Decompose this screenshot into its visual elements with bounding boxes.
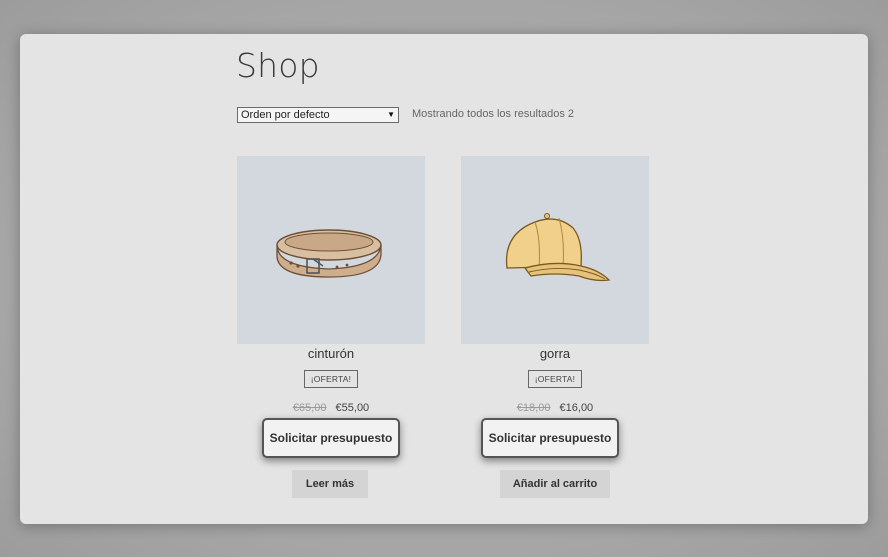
product-name[interactable]: cinturón	[237, 346, 425, 364]
old-price: €65,00	[292, 402, 327, 414]
read-more-button[interactable]: Leer más	[292, 470, 368, 498]
request-quote-button[interactable]: Solicitar presupuesto	[481, 418, 619, 458]
product-card-gorra: gorra ¡OFERTA! €18,00 €16,00 Solicitar p…	[461, 156, 649, 498]
product-price: €65,00 €55,00	[237, 402, 425, 414]
product-price: €18,00 €16,00	[461, 402, 649, 414]
dropdown-arrow-icon: ▼	[387, 110, 395, 119]
product-card-cinturon: cinturón ¡OFERTA! €65,00 €55,00 Solicita…	[237, 156, 425, 498]
belt-image	[276, 229, 382, 278]
product-image[interactable]	[461, 156, 649, 344]
sort-select[interactable]: Orden por defecto ▼	[237, 107, 399, 123]
cap-image	[505, 213, 611, 282]
sale-price: €16,00	[559, 402, 594, 414]
sort-select-value: Orden por defecto	[241, 109, 330, 121]
sale-badge: ¡OFERTA!	[527, 370, 583, 388]
add-to-cart-button[interactable]: Añadir al carrito	[500, 470, 610, 498]
request-quote-button[interactable]: Solicitar presupuesto	[262, 418, 400, 458]
page-title: Shop	[236, 46, 320, 85]
sale-price: €55,00	[335, 402, 370, 414]
old-price: €18,00	[516, 402, 551, 414]
product-name[interactable]: gorra	[461, 346, 649, 364]
product-image[interactable]	[237, 156, 425, 344]
sale-badge: ¡OFERTA!	[303, 370, 359, 388]
result-count: Mostrando todos los resultados 2	[412, 108, 575, 120]
shop-page: Shop Orden por defecto ▼ Mostrando todos…	[20, 34, 868, 524]
